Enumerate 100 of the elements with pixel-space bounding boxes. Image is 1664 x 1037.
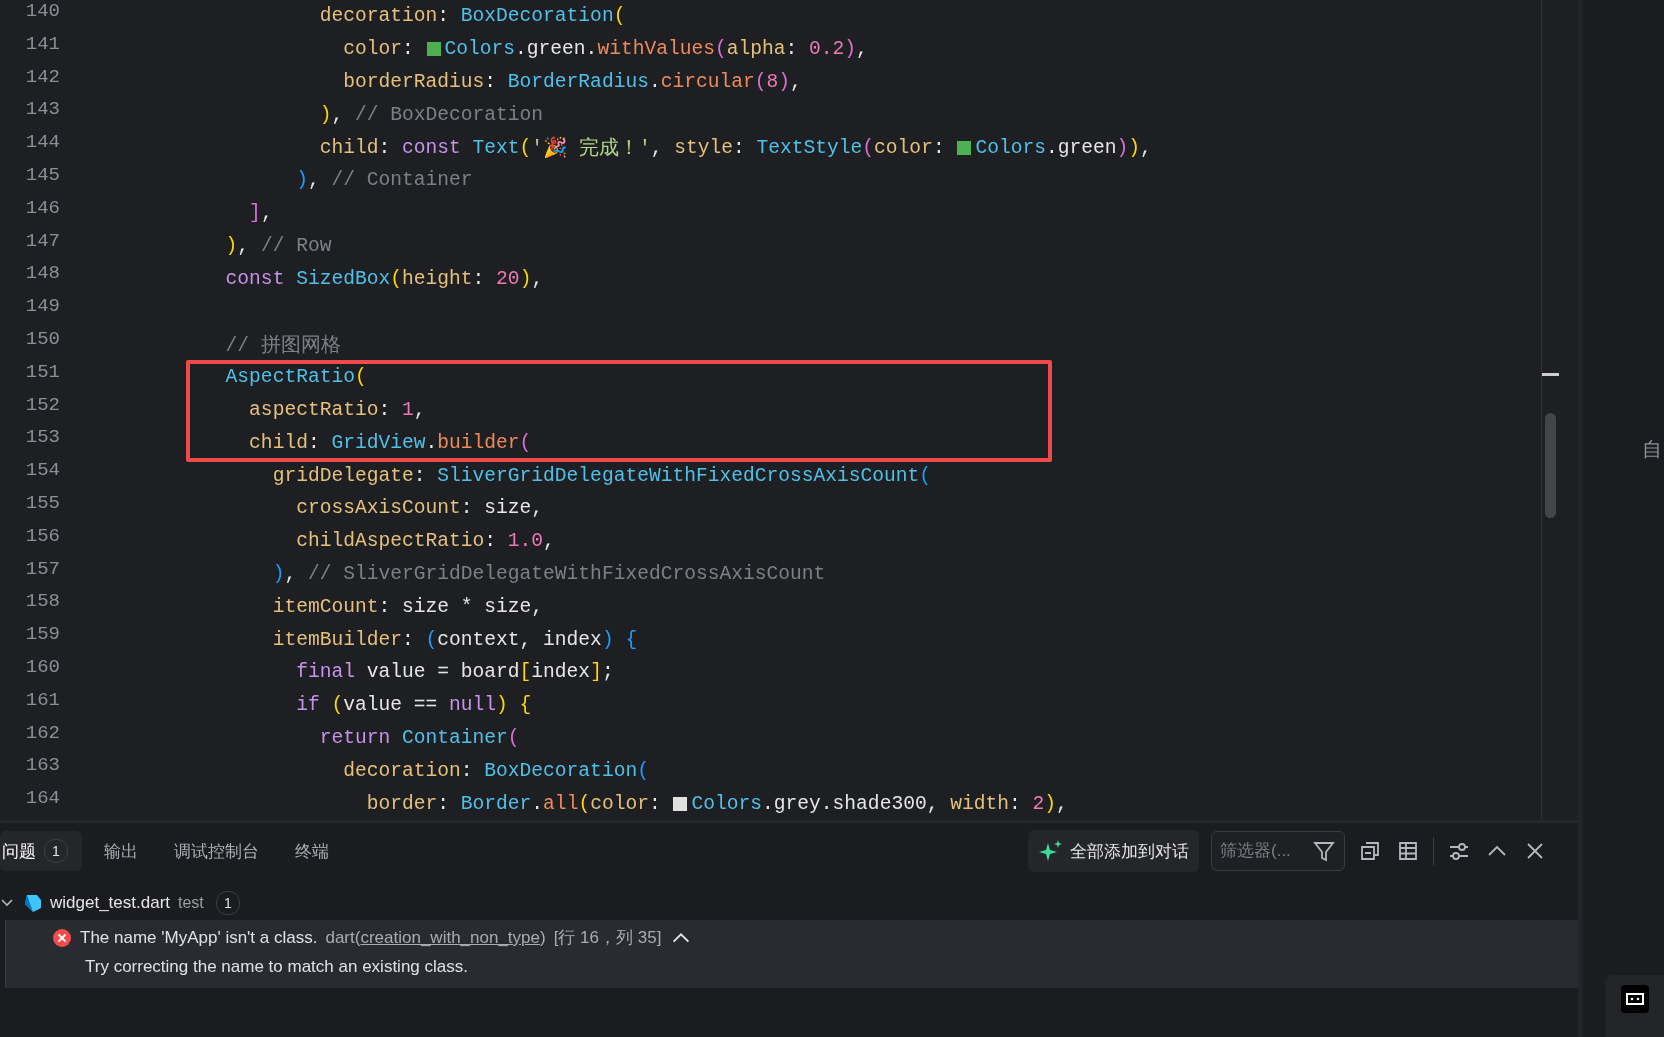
- code-token: // SliverGridDelegateWithFixedCrossAxisCount: [307, 562, 826, 585]
- code-token: index: [531, 661, 591, 684]
- code-token: (: [507, 726, 520, 749]
- code-token: :: [648, 792, 662, 815]
- line-number: 155: [24, 491, 60, 516]
- code-token: :: [732, 136, 746, 159]
- add-to-chat-button[interactable]: 全部添加到对话: [1028, 830, 1199, 873]
- line-number: 149: [24, 295, 60, 320]
- panel-tab[interactable]: 终端: [281, 831, 343, 871]
- code-token: const: [225, 267, 286, 290]
- code-token: 2: [1032, 792, 1045, 815]
- line-number: 152: [24, 393, 60, 418]
- code-token: ,: [260, 202, 273, 225]
- code-token: :: [437, 792, 450, 815]
- code-token: TextStyle: [756, 136, 863, 159]
- line-number: 161: [24, 688, 60, 713]
- code-token: (: [331, 694, 344, 717]
- problem-source: dart(: [325, 927, 361, 948]
- count-badge: 1: [44, 839, 68, 864]
- code-token: ): [296, 169, 308, 192]
- code-token: :: [378, 136, 392, 159]
- code-token: AspectRatio: [225, 366, 355, 389]
- line-number: 143: [24, 98, 60, 123]
- code-token: : size,: [460, 497, 544, 520]
- code-token: ,: [856, 38, 868, 61]
- code-token: decoration: [319, 5, 438, 28]
- code-token: ,: [284, 562, 298, 585]
- code-token: childAspectRatio: [296, 530, 485, 553]
- code-token: // 拼图网格: [225, 333, 341, 358]
- code-token: .: [425, 431, 438, 454]
- code-token: circular: [660, 71, 755, 93]
- line-number: 144: [24, 131, 60, 156]
- scrollbar-thumb[interactable]: [1545, 413, 1556, 518]
- code-token: :: [785, 38, 799, 61]
- line-number: 163: [24, 754, 60, 779]
- code-token: gridDelegate: [272, 464, 414, 487]
- problem-row[interactable]: The name 'MyApp' isn't a class. dart(creation_with_non_type) [行 16，列 35] Try correcting the name to match an existing class.: [5, 919, 1578, 988]
- chat-card[interactable]: [1605, 975, 1664, 1037]
- code-token: BorderRadius: [507, 71, 649, 93]
- filter-field[interactable]: 筛选器(...: [1211, 831, 1345, 872]
- line-number: 150: [24, 327, 60, 352]
- code-token: ,: [790, 71, 802, 93]
- code-token: (: [613, 5, 626, 28]
- code-token: ,: [543, 530, 555, 553]
- code-token: ,: [1056, 792, 1068, 815]
- code-token: '🎉 完成！': [531, 135, 651, 162]
- rule-link[interactable]: creation_with_non_type: [360, 927, 540, 948]
- problem-message: The name 'MyApp' isn't a class.: [80, 927, 318, 948]
- code-token: ,: [650, 136, 664, 159]
- line-number: 151: [24, 360, 60, 385]
- code-token: .green.: [515, 38, 598, 61]
- problem-source: ): [540, 927, 546, 948]
- line-number: 146: [24, 196, 60, 221]
- line-number: 147: [24, 229, 60, 254]
- code-token: ,: [413, 398, 426, 421]
- code-token: (: [390, 267, 402, 290]
- code-token: 1: [402, 398, 414, 421]
- code-token: :: [401, 628, 415, 651]
- line-number: 159: [24, 623, 60, 648]
- code-token: .green: [1046, 136, 1117, 159]
- code-token: ): [496, 694, 508, 717]
- code-token: :: [472, 267, 486, 290]
- code-token: color: [590, 792, 649, 815]
- code-token: return: [319, 726, 392, 749]
- code-token: Colors: [444, 38, 516, 61]
- code-token: :: [401, 38, 415, 61]
- problem-detail: Try correcting the name to match an existing class.: [85, 956, 468, 977]
- code-token: withValues: [597, 38, 715, 61]
- panel-tab[interactable]: 调试控制台: [160, 831, 273, 871]
- line-number: 158: [24, 590, 60, 615]
- panel-tab[interactable]: 问题 1: [0, 831, 82, 872]
- code-token: SliverGridDelegateWithFixedCrossAxisCount: [437, 464, 920, 487]
- code-token: (: [519, 431, 532, 454]
- code-token: 1.0: [507, 530, 544, 553]
- code-token: // Row: [260, 234, 332, 257]
- code-token: child: [249, 431, 308, 454]
- code-token: (: [714, 38, 727, 61]
- code-token: ): [272, 562, 285, 585]
- code-token: :: [932, 136, 946, 159]
- code-token: (: [919, 464, 932, 487]
- code-token: (: [519, 136, 532, 159]
- code-token: ): [1044, 792, 1057, 815]
- code-token: ,: [237, 234, 251, 257]
- code-token: GridView: [331, 431, 426, 454]
- code-token: ): [519, 267, 532, 290]
- code-token: .: [648, 71, 661, 93]
- line-number: 154: [24, 459, 60, 484]
- code-token: ): [225, 234, 238, 257]
- code-token: Border: [460, 792, 532, 815]
- code-token: ;: [601, 661, 614, 684]
- code-token: ): [778, 71, 791, 93]
- side-panel-label: 自: [1642, 436, 1662, 463]
- chat-icon: [1621, 985, 1649, 1013]
- count-badge: 1: [215, 890, 240, 915]
- code-token: Colors: [691, 792, 763, 815]
- panel-tab[interactable]: 输出: [90, 831, 152, 871]
- code-token: 8: [766, 71, 779, 93]
- code-token: (: [425, 628, 438, 651]
- code-token: .grey.shade300,: [762, 792, 940, 815]
- code-token: (: [754, 71, 767, 93]
